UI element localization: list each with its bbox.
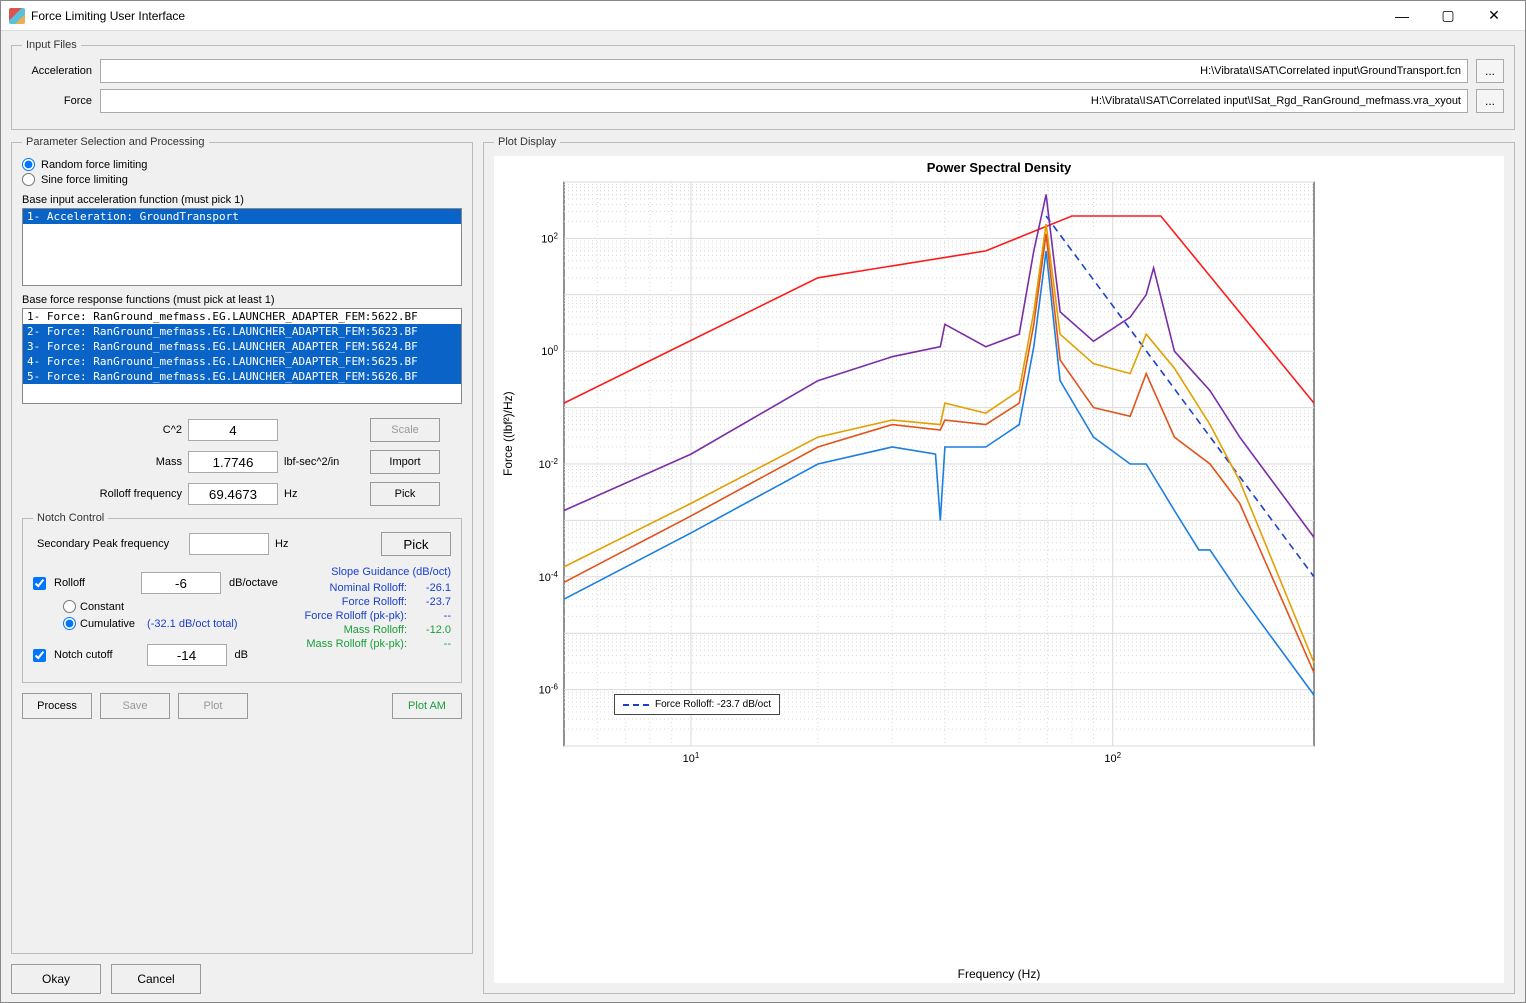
plot-display-legend: Plot Display	[494, 136, 560, 148]
plot-area: Power Spectral Density 101 102 10-6 10-4 10-…	[494, 156, 1504, 983]
secondary-peak-unit: Hz	[275, 538, 288, 550]
force-list-item[interactable]: 4- Force: RanGround_mefmass.EG.LAUNCHER_…	[23, 354, 461, 369]
plot-button[interactable]: Plot	[178, 693, 248, 719]
svg-text:10-6: 10-6	[539, 682, 559, 697]
acceleration-label: Acceleration	[22, 65, 92, 77]
secondary-peak-field[interactable]	[189, 533, 269, 555]
process-button[interactable]: Process	[22, 693, 92, 719]
svg-text:102: 102	[541, 231, 558, 246]
constant-radio-row[interactable]: Constant	[63, 600, 281, 613]
random-force-radio-row[interactable]: Random force limiting	[22, 158, 462, 171]
force-listbox[interactable]: 1- Force: RanGround_mefmass.EG.LAUNCHER_…	[22, 308, 462, 404]
notch-cutoff-field[interactable]	[147, 644, 227, 666]
cumulative-note: (-32.1 dB/oct total)	[147, 618, 238, 630]
chart-legend: Force Rolloff: -23.7 dB/oct	[614, 694, 780, 715]
input-files-group: Input Files Acceleration ... Force ...	[11, 39, 1515, 130]
force-list-item[interactable]: 1- Force: RanGround_mefmass.EG.LAUNCHER_…	[23, 309, 461, 324]
scale-button[interactable]: Scale	[370, 418, 440, 442]
mass-label: Mass	[22, 456, 182, 468]
notch-cutoff-checkbox[interactable]	[33, 649, 46, 662]
window-title: Force Limiting User Interface	[31, 9, 1379, 23]
slope-row: Mass Rolloff (pk-pk):--	[291, 638, 451, 650]
rolloff-freq-unit: Hz	[284, 488, 364, 500]
force-field[interactable]	[100, 89, 1468, 113]
pick-rolloff-button[interactable]: Pick	[370, 482, 440, 506]
c2-label: C^2	[22, 424, 182, 436]
sine-force-radio-row[interactable]: Sine force limiting	[22, 173, 462, 186]
import-button[interactable]: Import	[370, 450, 440, 474]
svg-text:102: 102	[1104, 751, 1121, 766]
rolloff-check-label: Rolloff	[54, 577, 85, 589]
slope-row: Mass Rolloff:-12.0	[291, 624, 451, 636]
parameter-group: Parameter Selection and Processing Rando…	[11, 136, 473, 954]
app-icon	[9, 8, 25, 24]
slope-row: Nominal Rolloff:-26.1	[291, 582, 451, 594]
force-label: Force	[22, 95, 92, 107]
accel-list-item[interactable]: 1- Acceleration: GroundTransport	[23, 209, 461, 224]
constant-radio[interactable]	[63, 600, 76, 613]
okay-button[interactable]: Okay	[11, 964, 101, 994]
acceleration-field[interactable]	[100, 59, 1468, 83]
close-button[interactable]: ✕	[1471, 1, 1517, 31]
svg-text:100: 100	[541, 344, 558, 359]
svg-text:10-4: 10-4	[539, 569, 559, 584]
secondary-peak-label: Secondary Peak frequency	[33, 538, 183, 550]
input-files-legend: Input Files	[22, 39, 81, 51]
cumulative-radio[interactable]	[63, 617, 76, 630]
accel-listbox[interactable]: 1- Acceleration: GroundTransport	[22, 208, 462, 286]
rolloff-db-unit: dB/octave	[229, 577, 278, 589]
plot-display-group: Plot Display Power Spectral Density 101 1…	[483, 136, 1515, 994]
force-list-label: Base force response functions (must pick…	[22, 294, 462, 306]
notch-legend: Notch Control	[33, 512, 108, 524]
force-browse-button[interactable]: ...	[1476, 89, 1504, 113]
mass-unit: lbf-sec^2/in	[284, 456, 364, 468]
rolloff-freq-label: Rolloff frequency	[22, 488, 182, 500]
notch-cutoff-unit: dB	[235, 649, 248, 661]
mass-field[interactable]	[188, 451, 278, 473]
acceleration-browse-button[interactable]: ...	[1476, 59, 1504, 83]
pick-secondary-button[interactable]: Pick	[381, 532, 451, 556]
cancel-button[interactable]: Cancel	[111, 964, 201, 994]
legend-dash-icon	[623, 704, 649, 706]
c2-field[interactable]	[188, 419, 278, 441]
accel-list-label: Base input acceleration function (must p…	[22, 194, 462, 206]
random-force-radio[interactable]	[22, 158, 35, 171]
plot-title: Power Spectral Density	[494, 160, 1504, 175]
save-button[interactable]: Save	[100, 693, 170, 719]
legend-text: Force Rolloff: -23.7 dB/oct	[655, 699, 771, 710]
parameter-legend: Parameter Selection and Processing	[22, 136, 209, 148]
force-list-item[interactable]: 3- Force: RanGround_mefmass.EG.LAUNCHER_…	[23, 339, 461, 354]
slope-row: Force Rolloff:-23.7	[291, 596, 451, 608]
notch-control-group: Notch Control Secondary Peak frequency H…	[22, 512, 462, 683]
force-list-item[interactable]: 2- Force: RanGround_mefmass.EG.LAUNCHER_…	[23, 324, 461, 339]
notch-cutoff-label: Notch cutoff	[54, 649, 113, 661]
rolloff-freq-field[interactable]	[188, 483, 278, 505]
maximize-button[interactable]: ▢	[1425, 1, 1471, 31]
svg-text:10-2: 10-2	[539, 457, 559, 472]
rolloff-db-field[interactable]	[141, 572, 221, 594]
minimize-button[interactable]: —	[1379, 1, 1425, 31]
svg-text:101: 101	[683, 751, 700, 766]
cumulative-radio-row[interactable]: Cumulative (-32.1 dB/oct total)	[63, 617, 281, 630]
y-axis-label: Force ((lbf²)/Hz)	[501, 391, 515, 476]
force-list-item[interactable]: 5- Force: RanGround_mefmass.EG.LAUNCHER_…	[23, 369, 461, 384]
titlebar: Force Limiting User Interface — ▢ ✕	[1, 1, 1525, 31]
x-axis-label: Frequency (Hz)	[494, 967, 1504, 981]
rolloff-checkbox[interactable]	[33, 577, 46, 590]
sine-force-radio[interactable]	[22, 173, 35, 186]
slope-guidance-title: Slope Guidance (dB/oct)	[291, 566, 451, 578]
plot-am-button[interactable]: Plot AM	[392, 693, 462, 719]
slope-row: Force Rolloff (pk-pk):--	[291, 610, 451, 622]
